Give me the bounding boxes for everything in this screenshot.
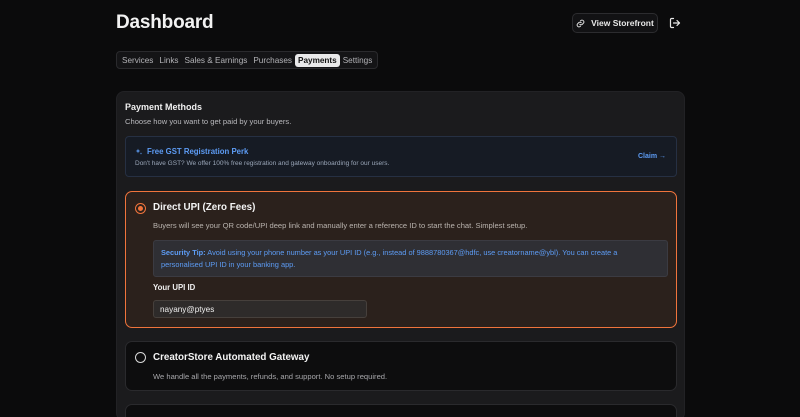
tab-purchases[interactable]: Purchases xyxy=(250,54,295,67)
logout-icon xyxy=(669,17,681,29)
tab-payments[interactable]: Payments xyxy=(295,53,340,67)
tab-links[interactable]: Links xyxy=(156,54,181,67)
page-title: Dashboard xyxy=(116,12,214,33)
link-icon xyxy=(576,19,585,27)
claim-link[interactable]: Claim → xyxy=(638,153,666,160)
tab-bar: Services Links Sales & Earnings Purchase… xyxy=(116,51,379,69)
gateway-radio[interactable] xyxy=(135,352,146,363)
logout-button[interactable] xyxy=(668,16,682,30)
sparkles-icon xyxy=(135,148,143,155)
tab-settings[interactable]: Settings xyxy=(340,54,376,67)
security-tip-prefix: Security Tip: xyxy=(161,248,206,257)
perk-description: Don't have GST? We offer 100% free regis… xyxy=(135,160,390,167)
upi-id-label: Your UPI ID xyxy=(153,283,196,292)
payment-methods-card: Payment Methods Choose how you want to g… xyxy=(116,91,685,417)
tab-sales-earnings[interactable]: Sales & Earnings xyxy=(182,54,251,67)
tab-services[interactable]: Services xyxy=(119,54,156,67)
security-tip-text: Avoid using your phone number as your UP… xyxy=(161,248,618,269)
view-storefront-label: View Storefront xyxy=(591,18,654,28)
perk-title: Free GST Registration Perk xyxy=(147,147,249,156)
option-direct-upi[interactable]: Direct UPI (Zero Fees) Buyers will see y… xyxy=(125,191,677,328)
direct-upi-radio[interactable] xyxy=(135,203,146,214)
security-tip: Security Tip: Avoid using your phone num… xyxy=(153,240,668,277)
dashboard-page: Dashboard View Storefront Services Links… xyxy=(0,0,800,417)
upi-id-input[interactable] xyxy=(153,300,367,318)
option-next[interactable] xyxy=(125,404,677,417)
radio-dot xyxy=(138,206,143,211)
view-storefront-button[interactable]: View Storefront xyxy=(572,13,658,33)
payment-methods-subtitle: Choose how you want to get paid by your … xyxy=(125,117,292,126)
direct-upi-title: Direct UPI (Zero Fees) xyxy=(153,202,256,213)
option-automated-gateway[interactable]: CreatorStore Automated Gateway We handle… xyxy=(125,341,677,391)
payment-methods-title: Payment Methods xyxy=(125,102,203,112)
gateway-title: CreatorStore Automated Gateway xyxy=(153,352,310,363)
gst-perk-banner: Free GST Registration Perk Don't have GS… xyxy=(125,136,677,177)
direct-upi-description: Buyers will see your QR code/UPI deep li… xyxy=(153,221,528,230)
perk-title-row: Free GST Registration Perk xyxy=(135,147,248,156)
gateway-description: We handle all the payments, refunds, and… xyxy=(153,372,388,381)
